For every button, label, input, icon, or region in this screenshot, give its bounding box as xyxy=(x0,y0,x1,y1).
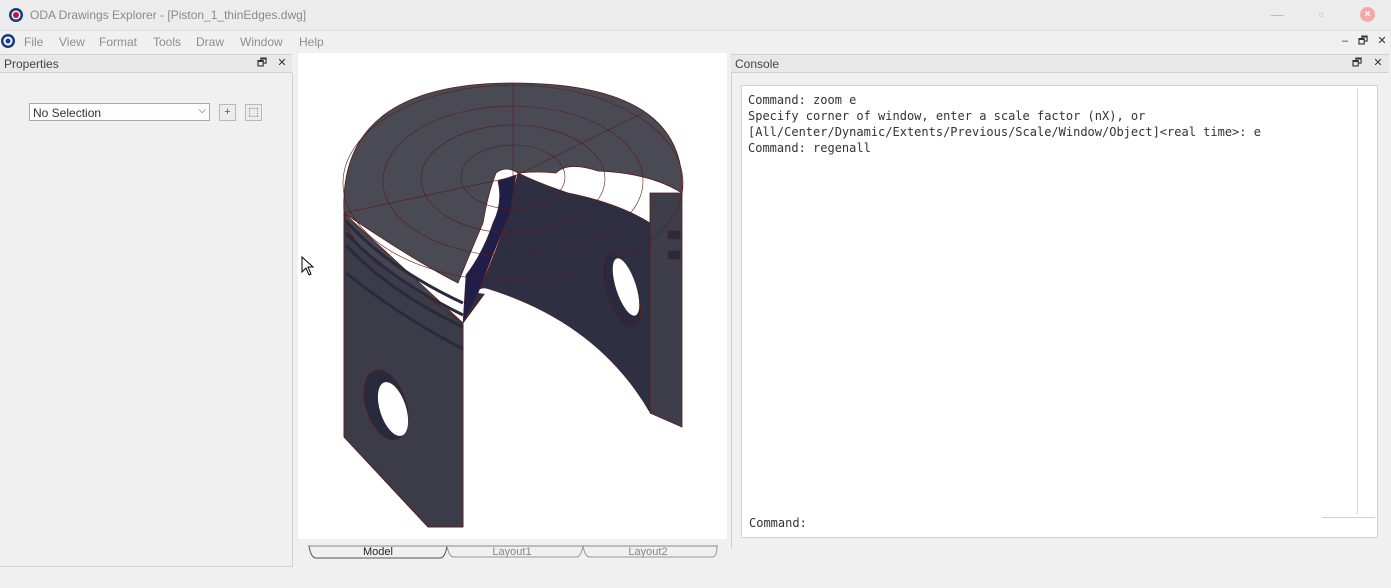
properties-float-button[interactable]: 🗗 xyxy=(255,55,269,71)
menu-format[interactable]: Format xyxy=(99,35,137,49)
mdi-close-button[interactable]: ✕ xyxy=(1374,33,1390,49)
quick-select-add-button[interactable]: + xyxy=(219,104,236,121)
menu-help[interactable]: Help xyxy=(299,35,324,49)
command-prompt-input[interactable]: Command: xyxy=(749,516,807,530)
window-title: ODA Drawings Explorer - [Piston_1_thinEd… xyxy=(30,8,307,22)
menu-bar: File View Format Tools Draw Window Help … xyxy=(0,31,1391,52)
title-bar: ODA Drawings Explorer - [Piston_1_thinEd… xyxy=(0,0,1391,31)
menu-window[interactable]: Window xyxy=(240,35,283,49)
drawing-viewport[interactable] xyxy=(298,53,727,539)
close-button[interactable]: × xyxy=(1360,7,1375,22)
menu-tools[interactable]: Tools xyxy=(153,35,181,49)
console-close-button[interactable]: ✕ xyxy=(1371,55,1385,71)
console-line: Specify corner of window, enter a scale … xyxy=(748,109,1146,123)
selection-dropdown[interactable]: No Selection ⌵ xyxy=(29,103,210,121)
minimize-button[interactable]: — xyxy=(1268,6,1286,24)
properties-close-button[interactable]: ✕ xyxy=(275,55,289,71)
select-objects-button[interactable]: ⬚ xyxy=(245,104,262,121)
piston-right-wall xyxy=(649,192,683,428)
properties-panel xyxy=(0,73,293,567)
piston-right-groove-2 xyxy=(667,250,681,260)
console-separator xyxy=(1322,517,1375,518)
chevron-down-icon: ⌵ xyxy=(198,105,206,116)
restore-button[interactable]: ▫ xyxy=(1312,6,1330,24)
mdi-restore-button[interactable]: 🗗 xyxy=(1355,33,1371,49)
layout-tabs: Model Layout1 Layout2 xyxy=(308,545,718,561)
piston-right-groove-1 xyxy=(667,230,681,240)
properties-header: Properties 🗗 ✕ xyxy=(0,54,292,73)
tab-model[interactable]: Model xyxy=(348,546,408,559)
menu-file[interactable]: File xyxy=(24,35,43,49)
document-logo-icon[interactable] xyxy=(0,33,16,49)
console-line: Command: regenall xyxy=(748,141,871,155)
console-title: Console xyxy=(735,57,780,71)
console-line: Command: zoom e xyxy=(748,93,857,107)
console-float-button[interactable]: 🗗 xyxy=(1350,55,1364,71)
console-header: Console 🗗 ✕ xyxy=(731,54,1389,73)
menu-view[interactable]: View xyxy=(59,35,85,49)
console-scrollbar[interactable] xyxy=(1357,89,1358,514)
selection-value: No Selection xyxy=(33,106,102,120)
oda-logo-icon xyxy=(9,8,23,22)
mdi-minimize-button[interactable]: – xyxy=(1337,33,1353,49)
console-line: [All/Center/Dynamic/Extents/Previous/Sca… xyxy=(748,125,1261,139)
menu-draw[interactable]: Draw xyxy=(196,35,224,49)
mouse-cursor-icon xyxy=(301,256,315,276)
piston-model-drawing xyxy=(342,82,684,528)
tab-layout2[interactable]: Layout2 xyxy=(618,546,678,559)
properties-title: Properties xyxy=(4,57,59,71)
tab-layout1[interactable]: Layout1 xyxy=(482,546,542,559)
